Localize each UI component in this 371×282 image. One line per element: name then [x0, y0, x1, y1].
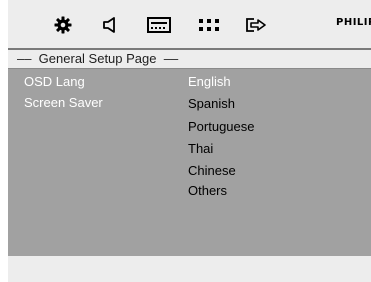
page-title: –– General Setup Page –– — [17, 51, 179, 66]
option-english[interactable]: English — [188, 74, 231, 89]
option-others[interactable]: Others — [188, 183, 227, 198]
option-spanish[interactable]: Spanish — [188, 96, 235, 111]
brand-logo: PHILIPS — [336, 17, 371, 28]
status-bar — [8, 256, 371, 282]
grid-dots-icon[interactable] — [196, 14, 222, 36]
option-thai[interactable]: Thai — [188, 141, 213, 156]
exit-arrow-icon[interactable] — [244, 14, 268, 36]
settings-panel: OSD Lang Screen Saver English Spanish Po… — [8, 69, 371, 256]
page-title-bar: –– General Setup Page –– — [8, 50, 371, 69]
menu-item-screen-saver[interactable]: Screen Saver — [24, 95, 103, 110]
display-screen-icon[interactable] — [146, 14, 172, 36]
menu-item-osd-lang[interactable]: OSD Lang — [24, 74, 85, 89]
option-chinese[interactable]: Chinese — [188, 163, 236, 178]
settings-gear-icon[interactable] — [52, 14, 74, 36]
audio-speaker-icon[interactable] — [100, 14, 122, 36]
option-portuguese[interactable]: Portuguese — [188, 119, 255, 134]
top-toolbar: PHILIPS — [8, 0, 371, 50]
